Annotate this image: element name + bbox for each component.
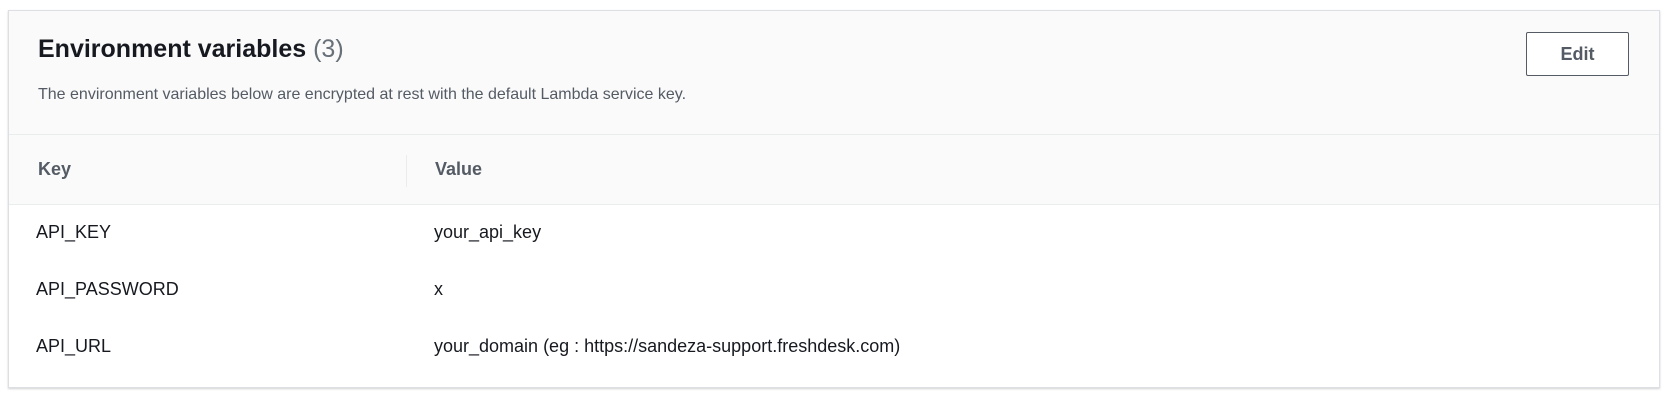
variable-value: your_domain (eg : https://sandeza-suppor… (434, 336, 901, 356)
variable-key: API_PASSWORD (36, 279, 179, 299)
variable-key: API_KEY (36, 222, 112, 242)
panel-title: Environment variables (3) (38, 35, 344, 64)
table-row: API_URL your_domain (eg : https://sandez… (9, 319, 1659, 377)
variable-value: your_api_key (434, 222, 542, 242)
panel-title-text: Environment variables (38, 35, 307, 63)
table-row: API_KEY your_api_key (9, 205, 1659, 263)
panel-header: Environment variables (3) The environmen… (9, 11, 1659, 135)
column-header-key[interactable]: Key (38, 159, 71, 180)
variable-value: x (434, 279, 443, 299)
panel-description: The environment variables below are encr… (38, 86, 687, 103)
variables-count: (3) (313, 35, 344, 63)
table-row: API_PASSWORD x (9, 262, 1659, 320)
column-divider (406, 155, 407, 187)
variable-key: API_URL (36, 336, 112, 356)
edit-button[interactable]: Edit (1526, 32, 1629, 76)
environment-variables-panel: Environment variables (3) The environmen… (8, 10, 1660, 388)
column-header-value[interactable]: Value (435, 159, 482, 180)
table-header-row: Key Value (9, 135, 1659, 205)
